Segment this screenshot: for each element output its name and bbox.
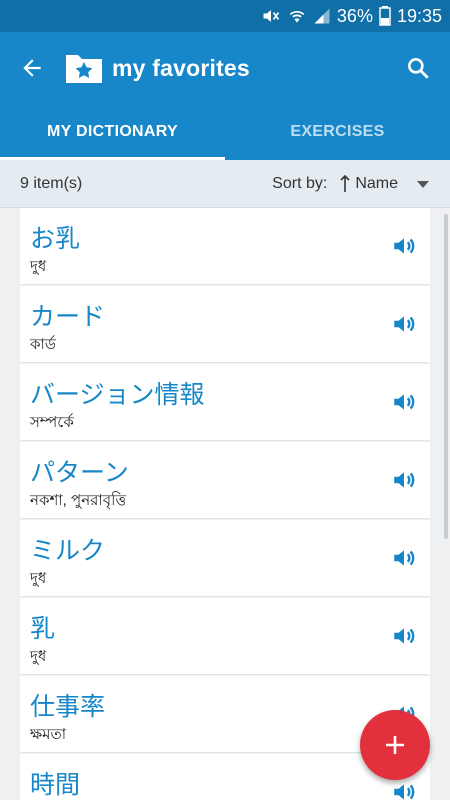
tab-bar: MY DICTIONARY EXERCISES bbox=[0, 104, 450, 160]
item-japanese-word: お乳 bbox=[30, 225, 81, 253]
list-item[interactable]: バージョン情報 সম্পর্কে bbox=[20, 364, 430, 441]
status-bar: 36% 19:35 bbox=[0, 0, 450, 32]
plus-icon bbox=[386, 736, 404, 754]
list-item[interactable]: カード কার্ড bbox=[20, 286, 430, 363]
sort-bar: 9 item(s) Sort by: Name bbox=[0, 160, 450, 208]
sort-ascending-icon bbox=[340, 174, 350, 192]
sort-dropdown[interactable]: Name bbox=[339, 174, 430, 194]
chevron-down-icon bbox=[417, 180, 429, 188]
item-translation: দুধ bbox=[30, 570, 47, 587]
item-japanese-word: カード bbox=[30, 303, 106, 331]
scrollbar[interactable] bbox=[444, 214, 448, 539]
tab-my-dictionary[interactable]: MY DICTIONARY bbox=[0, 104, 225, 160]
item-translation: সম্পর্কে bbox=[30, 414, 74, 431]
item-translation: দুধ bbox=[30, 258, 47, 275]
item-translation: নকশা, পুনরাবৃত্তি bbox=[30, 492, 127, 509]
item-japanese-word: ミルク bbox=[30, 537, 106, 565]
item-japanese-word: パターン bbox=[30, 459, 129, 487]
speaker-icon[interactable] bbox=[390, 388, 418, 416]
battery-icon bbox=[379, 6, 391, 26]
list-item[interactable]: ミルク দুধ bbox=[20, 520, 430, 597]
speaker-icon[interactable] bbox=[390, 232, 418, 260]
item-japanese-word: 乳 bbox=[30, 615, 56, 643]
list-item[interactable]: 乳 দুধ bbox=[20, 598, 430, 675]
list-item[interactable]: パターン নকশা, পুনরাবৃত্তি bbox=[20, 442, 430, 519]
arrow-back-icon bbox=[23, 59, 41, 77]
item-count: 9 item(s) bbox=[20, 174, 83, 192]
speaker-icon[interactable] bbox=[390, 466, 418, 494]
sort-value: Name bbox=[355, 174, 398, 192]
list-item[interactable]: お乳 দুধ bbox=[20, 208, 430, 285]
search-button[interactable] bbox=[390, 40, 446, 96]
item-translation: ক্ষমতা bbox=[30, 726, 67, 743]
item-japanese-word: 仕事率 bbox=[30, 693, 106, 721]
signal-icon bbox=[313, 7, 331, 25]
page-title: my favorites bbox=[112, 54, 250, 81]
item-translation: দুধ bbox=[30, 648, 47, 665]
tab-exercises[interactable]: EXERCISES bbox=[225, 104, 450, 160]
mute-icon bbox=[261, 6, 281, 26]
speaker-icon[interactable] bbox=[390, 310, 418, 338]
search-icon bbox=[408, 58, 429, 79]
speaker-icon[interactable] bbox=[390, 544, 418, 572]
folder-star-icon bbox=[64, 48, 104, 88]
item-translation: কার্ড bbox=[30, 336, 56, 353]
speaker-icon[interactable] bbox=[390, 778, 418, 800]
wifi-icon bbox=[287, 6, 307, 26]
add-button[interactable] bbox=[360, 710, 430, 780]
item-japanese-word: 時間 bbox=[30, 771, 81, 799]
item-japanese-word: バージョン情報 bbox=[30, 381, 205, 409]
battery-percent: 36% bbox=[336, 5, 373, 26]
back-button[interactable] bbox=[4, 40, 60, 96]
app-bar: my favorites bbox=[0, 32, 450, 104]
speaker-icon[interactable] bbox=[390, 622, 418, 650]
clock: 19:35 bbox=[396, 5, 442, 26]
sort-by-label: Sort by: bbox=[272, 174, 328, 192]
